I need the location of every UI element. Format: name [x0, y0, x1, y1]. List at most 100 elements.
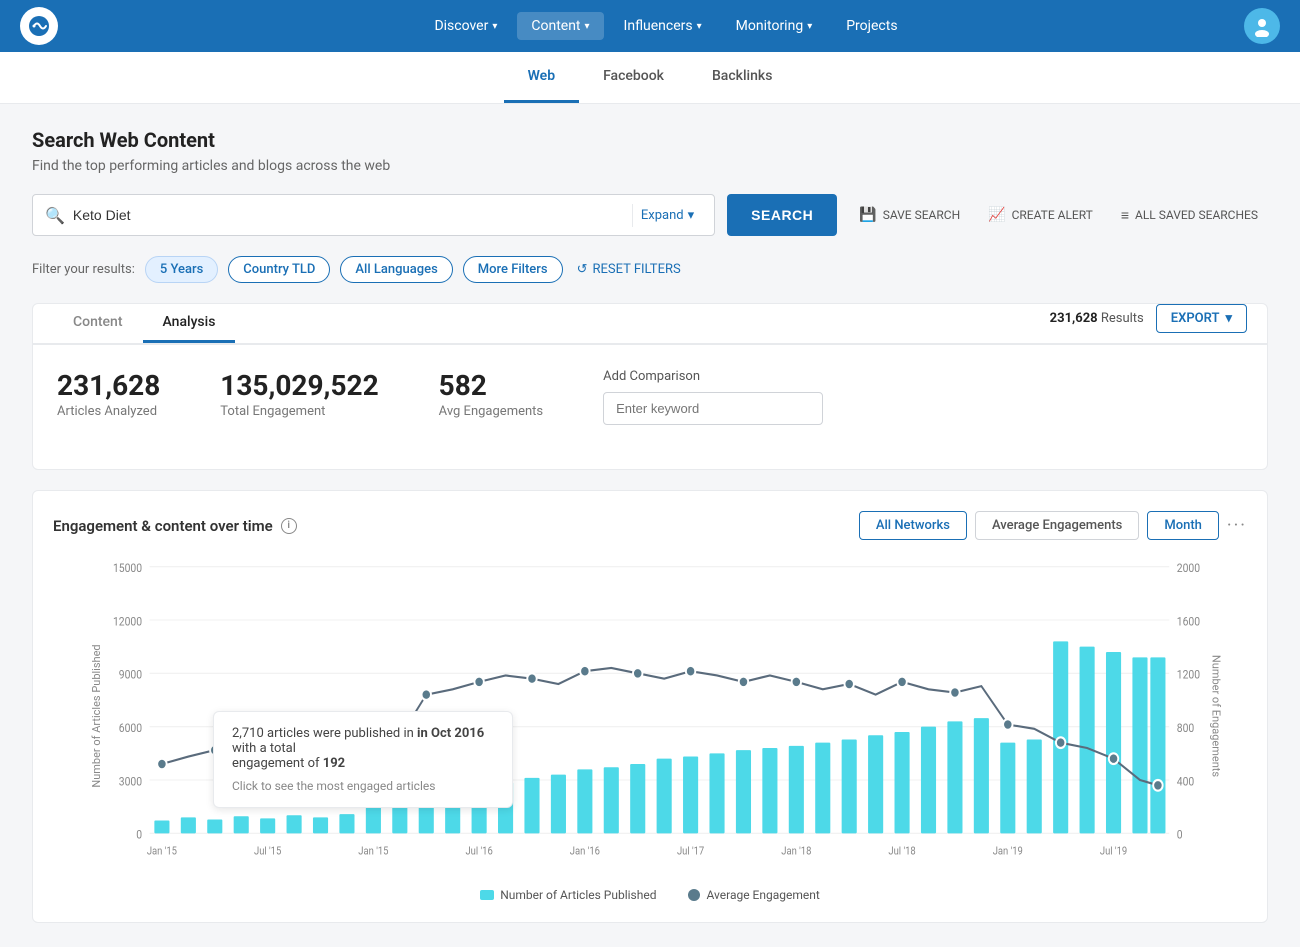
action-buttons: 💾 SAVE SEARCH 📈 CREATE ALERT ≡ ALL SAVED…: [849, 201, 1268, 230]
save-icon: 💾: [859, 207, 876, 223]
stat-engagement: 135,029,522 Total Engagement: [220, 369, 378, 419]
reset-filters-button[interactable]: ↺ RESET FILTERS: [577, 262, 681, 277]
tab-analysis[interactable]: Analysis: [143, 304, 236, 343]
month-button[interactable]: Month: [1147, 511, 1219, 540]
nav-item-monitoring[interactable]: Monitoring ▾: [722, 12, 827, 40]
filter-label: Filter your results:: [32, 262, 135, 277]
svg-text:1200: 1200: [1177, 668, 1200, 682]
svg-text:2000: 2000: [1177, 561, 1200, 575]
svg-text:15000: 15000: [113, 561, 142, 575]
legend-bar-icon: [480, 890, 494, 900]
nav-item-discover[interactable]: Discover ▾: [420, 12, 511, 40]
expand-button[interactable]: Expand ▾: [632, 204, 702, 227]
add-comparison: Add Comparison: [603, 369, 1243, 425]
svg-text:0: 0: [136, 828, 142, 842]
chevron-down-icon: ▾: [688, 208, 695, 223]
logo[interactable]: [20, 7, 58, 45]
stat-avg: 582 Avg Engagements: [439, 369, 543, 419]
engagement-count: 135,029,522: [220, 369, 378, 402]
avatar[interactable]: [1244, 8, 1280, 44]
search-icon: 🔍: [45, 206, 65, 225]
filter-years[interactable]: 5 Years: [145, 256, 218, 283]
legend-engagement: Average Engagement: [688, 888, 819, 902]
nav-item-content[interactable]: Content ▾: [517, 12, 603, 40]
tab-right-actions: 231,628 Results EXPORT ▾: [1050, 304, 1247, 343]
info-icon[interactable]: i: [281, 518, 297, 534]
articles-count: 231,628: [57, 369, 160, 402]
svg-text:12000: 12000: [113, 615, 142, 629]
svg-text:Jan '16: Jan '16: [570, 846, 600, 858]
search-input[interactable]: [73, 207, 632, 223]
chart-header: Engagement & content over time i All Net…: [53, 511, 1247, 540]
chart-legend: Number of Articles Published Average Eng…: [53, 888, 1247, 902]
stats-card: 231,628 Articles Analyzed 135,029,522 To…: [33, 344, 1267, 449]
nav-item-influencers[interactable]: Influencers ▾: [610, 12, 716, 40]
chevron-down-icon: ▾: [585, 21, 590, 32]
svg-text:Jan '15: Jan '15: [147, 846, 177, 858]
chevron-down-icon: ▾: [1225, 311, 1232, 326]
refresh-icon: ↺: [577, 262, 588, 277]
nav-links: Discover ▾ Content ▾ Influencers ▾ Monit…: [88, 12, 1244, 40]
legend-articles: Number of Articles Published: [480, 888, 656, 902]
filter-more[interactable]: More Filters: [463, 256, 563, 283]
top-navigation: Discover ▾ Content ▾ Influencers ▾ Monit…: [0, 0, 1300, 52]
more-options-button[interactable]: ···: [1227, 515, 1247, 536]
search-button[interactable]: SEARCH: [727, 194, 837, 236]
search-bar: 🔍 Expand ▾ SEARCH 💾 SAVE SEARCH 📈 CREATE…: [32, 194, 1268, 236]
sub-navigation: Web Facebook Backlinks: [0, 52, 1300, 104]
chart-title: Engagement & content over time i: [53, 517, 297, 535]
tab-backlinks[interactable]: Backlinks: [688, 52, 796, 103]
avg-label: Avg Engagements: [439, 404, 543, 419]
legend-engagement-label: Average Engagement: [706, 888, 819, 902]
svg-text:6000: 6000: [119, 721, 142, 735]
avg-count: 582: [439, 369, 543, 402]
chart-svg: 0 3000 6000 9000 12000 15000 0 400 800 1…: [93, 556, 1207, 876]
chevron-down-icon: ▾: [697, 21, 702, 32]
svg-text:Jul '15: Jul '15: [254, 846, 282, 858]
page-subtitle: Find the top performing articles and blo…: [32, 158, 1268, 174]
svg-text:0: 0: [1177, 828, 1183, 842]
filter-country-tld[interactable]: Country TLD: [228, 256, 330, 283]
chart-area: 0 3000 6000 9000 12000 15000 0 400 800 1…: [93, 556, 1207, 876]
chart-outer: Number of Articles Published 0 3000 6000…: [53, 556, 1247, 876]
articles-label: Articles Analyzed: [57, 404, 160, 419]
svg-text:3000: 3000: [119, 775, 142, 789]
svg-text:Jan '15: Jan '15: [358, 846, 388, 858]
alert-icon: 📈: [988, 207, 1005, 223]
filter-languages[interactable]: All Languages: [340, 256, 452, 283]
tab-content[interactable]: Content: [53, 304, 143, 343]
chart-card: Engagement & content over time i All Net…: [32, 490, 1268, 923]
tab-web[interactable]: Web: [504, 52, 580, 103]
svg-text:Jan '19: Jan '19: [993, 846, 1023, 858]
svg-text:Jul '16: Jul '16: [465, 846, 493, 858]
svg-text:400: 400: [1177, 775, 1194, 789]
y-axis-right-label: Number of Engagements: [1209, 655, 1222, 777]
filter-row: Filter your results: 5 Years Country TLD…: [32, 256, 1268, 283]
create-alert-button[interactable]: 📈 CREATE ALERT: [978, 201, 1103, 229]
save-search-button[interactable]: 💾 SAVE SEARCH: [849, 201, 970, 229]
svg-text:Jul '17: Jul '17: [677, 846, 705, 858]
nav-item-projects[interactable]: Projects: [832, 12, 911, 40]
legend-articles-label: Number of Articles Published: [500, 888, 656, 902]
engagement-label: Total Engagement: [220, 404, 378, 419]
comparison-input[interactable]: [603, 392, 823, 425]
svg-text:9000: 9000: [119, 668, 142, 682]
page-title: Search Web Content: [32, 128, 1268, 152]
svg-text:800: 800: [1177, 721, 1194, 735]
chart-controls: All Networks Average Engagements Month ·…: [859, 511, 1247, 540]
legend-dot-icon: [688, 889, 700, 901]
comparison-label: Add Comparison: [603, 369, 1243, 384]
stat-articles: 231,628 Articles Analyzed: [57, 369, 160, 419]
tab-facebook[interactable]: Facebook: [579, 52, 688, 103]
svg-text:Jul '19: Jul '19: [1100, 846, 1127, 858]
search-input-wrap: 🔍 Expand ▾: [32, 194, 715, 236]
chevron-down-icon: ▾: [492, 21, 497, 32]
average-engagements-button[interactable]: Average Engagements: [975, 511, 1139, 540]
all-saved-searches-button[interactable]: ≡ ALL SAVED SEARCHES: [1111, 201, 1268, 230]
export-button[interactable]: EXPORT ▾: [1156, 304, 1247, 333]
svg-text:Jul '18: Jul '18: [888, 846, 916, 858]
list-icon: ≡: [1121, 207, 1129, 224]
results-count: 231,628 Results: [1050, 311, 1144, 326]
main-content: Search Web Content Find the top performi…: [0, 104, 1300, 947]
all-networks-button[interactable]: All Networks: [859, 511, 967, 540]
